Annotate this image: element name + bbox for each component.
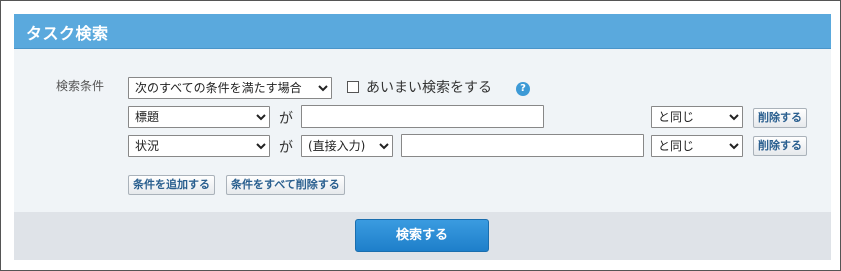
condition-operator-select[interactable]: と同じ xyxy=(651,106,743,128)
task-search-panel: タスク検索 検索条件 次のすべての条件を満たす場合 あいまい検索をする ? 標題… xyxy=(14,14,831,260)
match-mode-select[interactable]: 次のすべての条件を満たす場合 xyxy=(128,77,332,99)
panel-footer: 検索する xyxy=(14,212,831,260)
delete-condition-button[interactable]: 削除する xyxy=(753,108,807,128)
dialog-frame: タスク検索 検索条件 次のすべての条件を満たす場合 あいまい検索をする ? 標題… xyxy=(0,0,841,271)
fuzzy-search-checkbox[interactable] xyxy=(347,81,359,93)
search-button[interactable]: 検索する xyxy=(355,219,489,252)
help-icon[interactable]: ? xyxy=(516,82,530,96)
condition-field-select[interactable]: 状況 xyxy=(128,135,270,157)
condition-operator-select[interactable]: と同じ xyxy=(651,135,743,157)
condition-value-input[interactable] xyxy=(301,105,544,128)
condition-field-select[interactable]: 標題 xyxy=(128,106,270,128)
condition-value-input[interactable] xyxy=(401,134,644,157)
condition-connector: が xyxy=(279,140,293,156)
criteria-label: 検索条件 xyxy=(56,79,105,93)
panel-header: タスク検索 xyxy=(14,14,831,49)
delete-all-conditions-button[interactable]: 条件をすべて削除する xyxy=(226,175,345,195)
condition-connector: が xyxy=(279,111,293,127)
condition-value-select[interactable]: (直接入力) xyxy=(301,135,393,157)
delete-condition-button[interactable]: 削除する xyxy=(753,136,807,156)
fuzzy-search-label: あいまい検索をする xyxy=(366,80,492,96)
add-condition-button[interactable]: 条件を追加する xyxy=(128,175,215,195)
page-title: タスク検索 xyxy=(26,24,109,43)
